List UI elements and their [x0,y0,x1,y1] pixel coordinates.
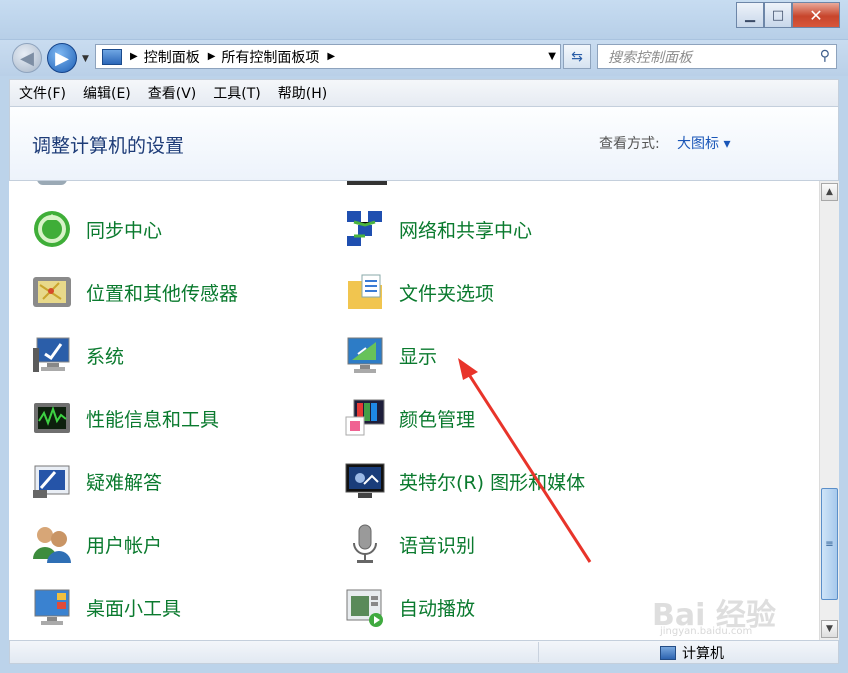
annotation-arrow [458,358,592,563]
watermark-url: jingyan.baidu.com [660,626,753,637]
